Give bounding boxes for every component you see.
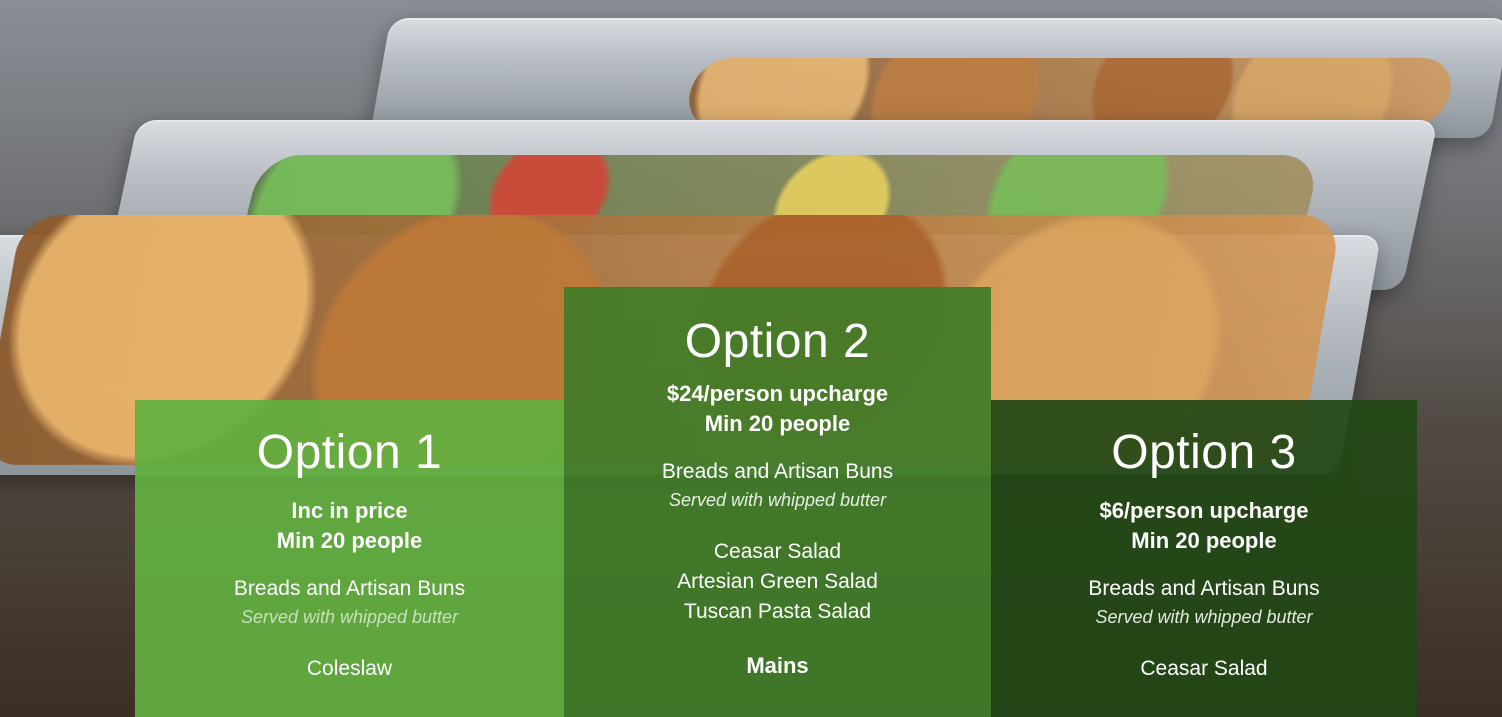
salad-item: Ceasar Salad — [1140, 657, 1268, 680]
salad-item: Ceasar Salad — [713, 540, 842, 563]
salad-item: Artesian Green Salad — [677, 570, 878, 593]
option-card-3: Option 3 $6/person upcharge Min 20 peopl… — [991, 400, 1417, 717]
option-title: Option 2 — [684, 315, 871, 368]
breads-note: Served with whipped butter — [668, 490, 887, 510]
breads-line: Breads and Artisan Buns — [233, 577, 466, 600]
option-title: Option 1 — [256, 426, 443, 479]
option-title: Option 3 — [1111, 426, 1297, 479]
option-card-2: Option 2 $24/person upcharge Min 20 peop… — [564, 287, 991, 717]
breads-line: Breads and Artisan Buns — [1088, 577, 1320, 600]
option-card-1: Option 1 Inc in price Min 20 people Brea… — [135, 400, 564, 717]
breads-note: Served with whipped butter — [240, 607, 459, 627]
food-tray-back — [682, 58, 1458, 128]
salad-item: Tuscan Pasta Salad — [683, 600, 872, 623]
breads-note: Served with whipped butter — [1095, 607, 1313, 627]
option-price: $6/person upcharge — [1099, 498, 1309, 523]
option-price: Inc in price — [291, 498, 408, 523]
option-price: $24/person upcharge — [666, 381, 889, 406]
option-min-people: Min 20 people — [276, 528, 423, 553]
salad-item: Coleslaw — [306, 657, 393, 680]
option-min-people: Min 20 people — [704, 411, 851, 436]
breads-line: Breads and Artisan Buns — [661, 460, 894, 483]
option-min-people: Min 20 people — [1131, 528, 1277, 553]
mains-heading: Mains — [746, 653, 809, 678]
